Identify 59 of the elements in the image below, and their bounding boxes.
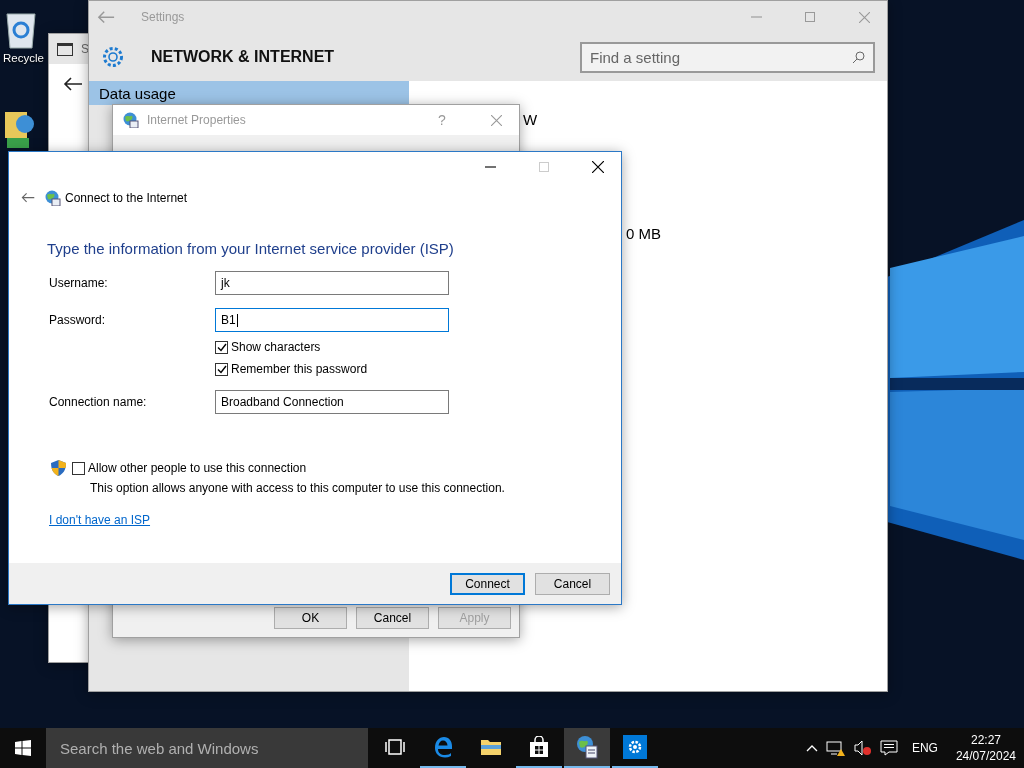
window-title: Settings bbox=[141, 10, 185, 24]
folder-icon bbox=[480, 738, 502, 756]
settings-text: W bbox=[523, 111, 538, 128]
page-title: NETWORK & INTERNET bbox=[151, 48, 336, 66]
settings-icon bbox=[623, 735, 647, 759]
field-label: Password: bbox=[49, 313, 107, 327]
taskbar-search-field[interactable]: Search the web and Windows bbox=[46, 728, 368, 768]
dialog-button[interactable]: Connect bbox=[450, 572, 525, 595]
checkbox-option[interactable]: Show characters bbox=[215, 340, 621, 354]
minimize-icon bbox=[750, 16, 762, 18]
dialog-button[interactable]: OK bbox=[274, 607, 347, 629]
maximize-icon bbox=[805, 12, 815, 22]
text-field[interactable]: B1 bbox=[215, 308, 449, 332]
task-view-icon bbox=[385, 739, 405, 755]
shield-icon bbox=[51, 460, 66, 476]
desktop-icon-label[interactable]: Recycle bbox=[3, 52, 44, 64]
clock-time[interactable]: 22:27 bbox=[970, 733, 1001, 747]
checkmark-icon bbox=[216, 364, 227, 374]
close-icon bbox=[858, 11, 870, 23]
notification-icon[interactable] bbox=[879, 740, 898, 756]
edge-browser-icon bbox=[432, 736, 454, 758]
folder-globe-icon bbox=[3, 110, 37, 150]
taskbar-app-button[interactable] bbox=[564, 728, 610, 768]
option-description: This option allows anyone with access to this computer to use this connection. bbox=[89, 481, 506, 495]
checkmark-icon bbox=[216, 342, 227, 352]
language-indicator[interactable]: ENG bbox=[911, 741, 938, 755]
field-label: Connection name: bbox=[49, 395, 148, 409]
maximize-icon bbox=[539, 162, 549, 172]
speaker-muted-icon[interactable] bbox=[853, 740, 872, 756]
field-label: Username: bbox=[49, 276, 109, 290]
windows-logo-icon bbox=[15, 740, 31, 756]
dialog-button[interactable]: Cancel bbox=[356, 607, 429, 629]
globe-document-icon bbox=[575, 735, 599, 759]
checkbox-option[interactable]: Allow other people to use this connection bbox=[72, 461, 307, 475]
window-title: Connect to the Internet bbox=[65, 191, 188, 205]
chevron-up-icon[interactable] bbox=[805, 744, 818, 752]
network-globe-icon bbox=[43, 190, 61, 206]
minimize-icon bbox=[484, 166, 496, 168]
checkbox-option[interactable]: Remember this password bbox=[215, 362, 621, 376]
window-title: S bbox=[81, 42, 89, 56]
network-warning-icon[interactable] bbox=[825, 740, 846, 756]
search-field[interactable]: Find a setting bbox=[580, 41, 875, 73]
close-icon bbox=[490, 114, 502, 126]
text-field[interactable]: Broadband Connection bbox=[215, 390, 449, 414]
shopping-bag-icon bbox=[529, 736, 549, 758]
no-isp-link[interactable]: I don't have an ISP bbox=[49, 513, 151, 527]
search-icon bbox=[852, 50, 865, 64]
back-arrow-icon[interactable] bbox=[63, 76, 83, 92]
dialog-heading: Type the information from your Internet service provider (ISP) bbox=[46, 239, 455, 259]
settings-text: 0 MB bbox=[626, 225, 661, 242]
text-field[interactable]: jk bbox=[215, 271, 449, 295]
clock-date[interactable]: 24/07/2024 bbox=[955, 749, 1016, 763]
close-icon bbox=[592, 161, 604, 173]
nav-item[interactable]: Data usage bbox=[89, 81, 409, 105]
window-title: Internet Properties bbox=[147, 113, 246, 127]
settings-gear-icon bbox=[101, 45, 125, 69]
window-icon bbox=[57, 42, 73, 56]
globe-document-icon bbox=[121, 112, 139, 128]
dialog-button[interactable]: Cancel bbox=[535, 572, 610, 595]
